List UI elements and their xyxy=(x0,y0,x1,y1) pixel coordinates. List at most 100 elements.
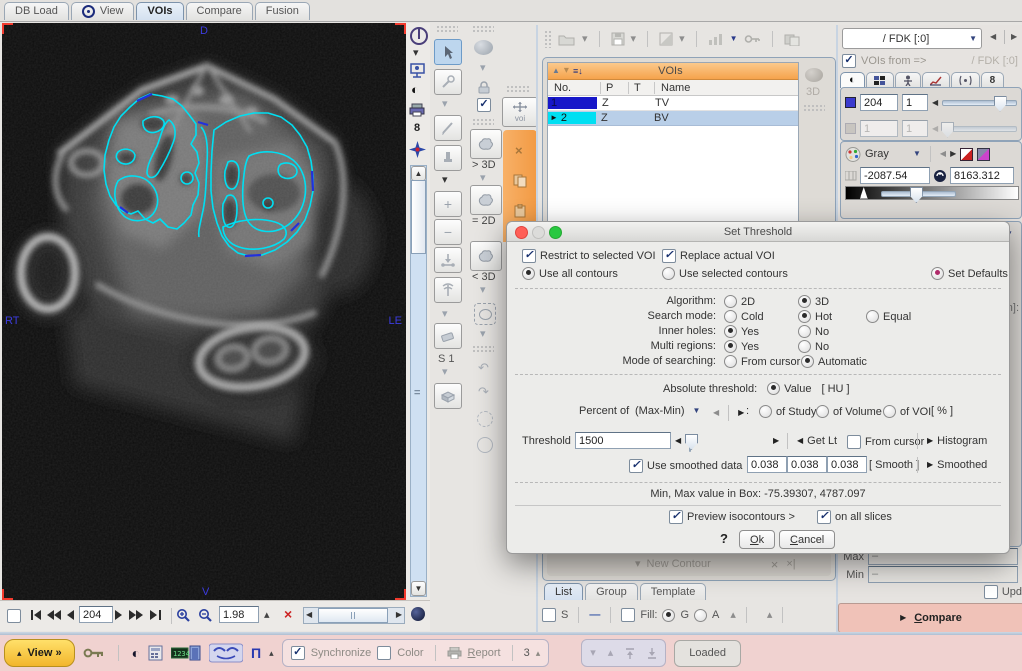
colormap-value[interactable]: Gray xyxy=(865,148,909,160)
tab-template[interactable]: Template xyxy=(640,583,707,600)
statistics-icon[interactable] xyxy=(708,33,724,46)
record-icon[interactable] xyxy=(477,437,493,453)
lut-marker[interactable] xyxy=(860,187,868,199)
marker-icon[interactable] xyxy=(409,141,426,158)
replace-voi-checkbox[interactable] xyxy=(662,249,676,263)
histogram-label[interactable]: Histogram xyxy=(937,435,987,447)
tool-more-dropdown[interactable]: ▾ xyxy=(442,99,448,110)
automatic-radio[interactable] xyxy=(801,355,814,368)
zoom-window-button[interactable] xyxy=(549,226,562,239)
table-layout-icon[interactable]: Π xyxy=(251,646,261,660)
get-lt-expander[interactable]: ◀ xyxy=(797,437,803,445)
update-checkbox[interactable] xyxy=(984,585,998,599)
sphere-tool-icon[interactable] xyxy=(474,40,493,55)
save-voi-dropdown[interactable]: ▾ xyxy=(631,34,637,45)
fusion-mask-icon[interactable] xyxy=(209,643,243,663)
toolbar-grip-4[interactable] xyxy=(472,345,494,352)
tab-vois[interactable]: VOIs xyxy=(136,2,183,20)
tab-fusion[interactable]: Fusion xyxy=(255,2,310,20)
frame-slider-thumb[interactable] xyxy=(941,122,954,138)
viewer-select-checkbox[interactable] xyxy=(7,609,21,623)
timer-icon[interactable] xyxy=(477,411,493,427)
col-t[interactable]: T xyxy=(629,82,655,94)
histogram-expander[interactable]: ▶ xyxy=(927,437,933,445)
tab-db-load[interactable]: DB Load xyxy=(4,2,69,20)
auto-contour-dropdown[interactable]: ▾ xyxy=(480,329,486,340)
series-next-button[interactable]: ▶ xyxy=(1011,33,1017,41)
last-slice-button[interactable] xyxy=(150,610,162,620)
of-volume-radio[interactable] xyxy=(816,405,829,418)
save-voi-icon[interactable] xyxy=(611,32,625,46)
sort-desc-icon[interactable]: ▾ xyxy=(564,66,569,76)
on-all-slices-checkbox[interactable] xyxy=(817,510,831,524)
paste-voi-icon[interactable] xyxy=(513,204,527,218)
collapse-down-icon[interactable]: ▾ xyxy=(590,648,596,659)
tab-reslice[interactable] xyxy=(895,72,921,88)
frame-field[interactable] xyxy=(902,94,928,111)
sphere-dropdown[interactable]: ▾ xyxy=(480,63,486,74)
vois-from-checkbox[interactable] xyxy=(842,54,856,68)
collapse-up-icon[interactable]: ▴ xyxy=(608,648,614,659)
threshold-slider[interactable] xyxy=(689,438,691,452)
get-lt-label[interactable]: Get Lt xyxy=(807,435,837,447)
voi-3d-button[interactable] xyxy=(470,129,502,159)
layout-count[interactable]: 3 xyxy=(524,647,530,659)
from-cursor-radio[interactable] xyxy=(724,355,737,368)
percent-slider-thumb[interactable] xyxy=(910,187,923,203)
threshold-dec[interactable]: ◀ xyxy=(675,437,681,445)
table-row[interactable]: 1 Z TV xyxy=(548,96,798,111)
close-window-button[interactable] xyxy=(515,226,528,239)
percent-of-dropdown[interactable]: ▼ xyxy=(693,407,701,415)
smooth-y-input[interactable] xyxy=(787,456,827,473)
window-max-field[interactable] xyxy=(950,167,1014,184)
tab-layout[interactable] xyxy=(866,72,894,88)
restrict-voi-checkbox[interactable] xyxy=(522,249,536,263)
color-checkbox[interactable] xyxy=(377,646,391,660)
key-tool-icon[interactable] xyxy=(83,646,105,660)
smooth-x-input[interactable] xyxy=(747,456,787,473)
dialog-titlebar[interactable]: Set Threshold xyxy=(507,222,1009,242)
voi-move-button[interactable]: voi xyxy=(502,97,538,127)
tab-list[interactable]: List xyxy=(544,583,583,600)
contrast-toggle-icon[interactable]: ◐ xyxy=(132,646,140,660)
redo-icon[interactable]: ↷ xyxy=(478,385,489,398)
fill-g-radio[interactable] xyxy=(662,609,675,622)
colormap-next[interactable]: ▶ xyxy=(950,150,956,158)
use-smoothed-checkbox[interactable] xyxy=(629,459,643,473)
footer-up-2[interactable]: ▴ xyxy=(767,610,773,621)
calculator-icon[interactable] xyxy=(148,645,163,661)
dock-top-icon[interactable] xyxy=(625,648,635,659)
search-hot-radio[interactable] xyxy=(798,310,811,323)
toolbar-grip[interactable] xyxy=(436,25,458,32)
zoom-out-button[interactable] xyxy=(198,608,213,623)
lock-icon[interactable] xyxy=(476,79,492,95)
cancel-button[interactable]: Cancel xyxy=(779,530,835,549)
open-voi-dropdown[interactable]: ▾ xyxy=(582,34,588,45)
toolbar-grip-5[interactable] xyxy=(506,85,530,92)
brush-tool-button[interactable] xyxy=(434,145,462,171)
tab-capture[interactable] xyxy=(951,72,980,88)
frame-field-2[interactable] xyxy=(902,120,928,137)
compare-button[interactable]: ▶ Compare xyxy=(838,603,1022,633)
sort-order-icon[interactable]: ≡↓ xyxy=(573,67,583,76)
slice-step-left[interactable]: ◀ xyxy=(932,99,938,107)
of-study-radio[interactable] xyxy=(759,405,772,418)
use-selected-contours-radio[interactable] xyxy=(662,267,675,280)
colormap-prev[interactable]: ◀ xyxy=(940,150,946,158)
fast-prev-button[interactable] xyxy=(47,610,61,620)
fill-a-radio[interactable] xyxy=(694,609,707,622)
multi-regions-no-radio[interactable] xyxy=(798,340,811,353)
clear-contour-icon[interactable]: × xyxy=(771,558,779,571)
frame-step-left[interactable]: ◀ xyxy=(932,125,938,133)
frame-slider[interactable] xyxy=(942,126,1017,132)
threshold-inc[interactable]: ▶ xyxy=(773,437,779,445)
cursor-tool-button[interactable] xyxy=(434,39,462,65)
slice-field-2[interactable] xyxy=(860,120,898,137)
view-menu-button[interactable]: ▴ View » xyxy=(4,639,75,667)
voi-lt3d-dropdown[interactable]: ▾ xyxy=(480,285,486,296)
strip-dropdown-icon[interactable]: ▾ xyxy=(413,48,419,59)
link-icon[interactable]: 8 xyxy=(414,123,420,134)
eraser-2d-button[interactable] xyxy=(434,323,462,349)
new-contour-bar[interactable]: ▾ New Contour × ×| xyxy=(547,552,831,576)
reset-zoom-button[interactable]: × xyxy=(284,607,292,621)
